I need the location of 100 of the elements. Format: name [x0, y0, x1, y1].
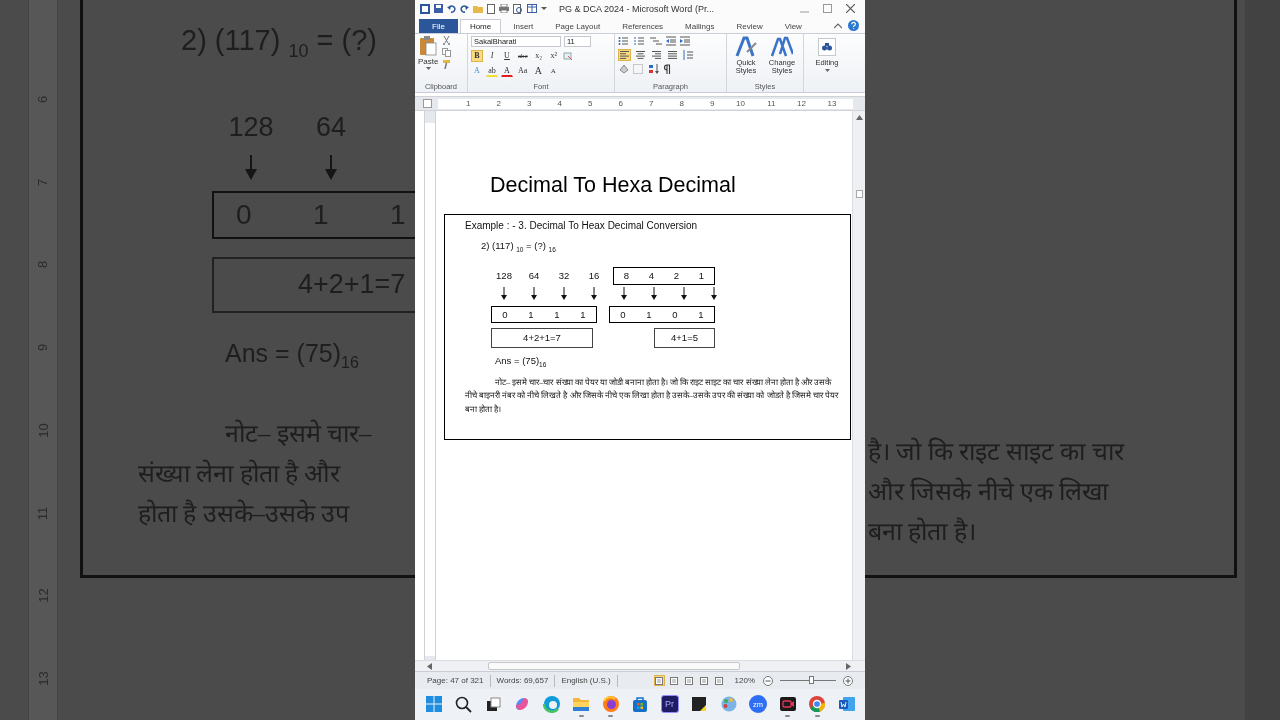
align-button[interactable] — [634, 49, 647, 61]
caret-icon[interactable] — [425, 67, 431, 70]
printer-icon[interactable] — [499, 4, 509, 13]
app-tile[interactable]: Pr — [660, 695, 679, 713]
bit-digit: 1 — [645, 308, 653, 320]
word-icon[interactable] — [420, 3, 430, 14]
caret-icon[interactable] — [541, 4, 547, 13]
ribbon-tab[interactable]: Mailings — [675, 19, 725, 33]
scroll-left-icon[interactable] — [427, 662, 432, 670]
zoom-level[interactable]: 120% — [734, 676, 755, 685]
format-button[interactable]: I — [486, 50, 498, 62]
slider-thumb[interactable] — [808, 676, 814, 684]
ribbon-tab[interactable]: Page Layout — [545, 19, 611, 33]
format-button[interactable]: A — [501, 65, 513, 77]
copilot-icon[interactable] — [513, 695, 531, 713]
chrome-icon[interactable] — [808, 695, 826, 713]
clipboard-icon[interactable] — [419, 36, 438, 56]
draft-icon[interactable] — [715, 676, 724, 685]
ruler-number: 3 — [526, 99, 532, 108]
web-layout-icon[interactable] — [685, 676, 694, 685]
grid-icon[interactable] — [527, 4, 537, 13]
zoom-out-icon[interactable] — [763, 675, 773, 686]
multilevel-list-icon[interactable] — [650, 36, 663, 46]
weight-number: 32 — [557, 270, 571, 282]
weight-number: 8 — [622, 270, 631, 282]
maximize-icon[interactable] — [823, 4, 832, 13]
line-spacing-icon[interactable] — [682, 50, 694, 60]
format-painter-icon[interactable] — [442, 60, 452, 69]
close-icon[interactable] — [846, 4, 855, 13]
down-arrow-icon — [243, 154, 259, 181]
language-indicator[interactable]: English (U.S.) — [555, 674, 618, 687]
scroll-thumb-icon[interactable] — [855, 190, 863, 198]
ribbon-tab[interactable]: View — [774, 19, 812, 33]
ribbon-tab[interactable]: Review — [726, 19, 773, 33]
align-button[interactable] — [650, 49, 663, 61]
clear-format-icon[interactable] — [562, 51, 573, 61]
search-icon[interactable] — [454, 695, 472, 713]
shading-icon[interactable] — [618, 64, 630, 74]
format-button[interactable]: Aa — [516, 65, 530, 77]
browser-icon[interactable] — [542, 695, 561, 713]
paste-button[interactable]: Paste — [418, 36, 439, 82]
down-arrow-icon — [500, 286, 508, 301]
scroll-up-icon[interactable] — [855, 115, 863, 120]
firefox-icon[interactable] — [601, 695, 620, 713]
paragraph-mark-icon[interactable] — [663, 64, 672, 74]
print-layout-icon[interactable] — [655, 676, 664, 685]
align-button[interactable] — [666, 49, 679, 61]
format-button[interactable]: A — [532, 65, 545, 77]
align-justify-icon — [667, 50, 678, 60]
down-arrow-icon — [680, 286, 688, 301]
format-button[interactable]: ab — [486, 65, 498, 77]
preview-icon[interactable] — [513, 3, 523, 14]
page-icon[interactable] — [487, 3, 495, 14]
camera-icon[interactable] — [778, 695, 797, 713]
outline-icon[interactable] — [700, 676, 709, 685]
down-arrow-icon — [710, 286, 718, 301]
zoom-in-icon[interactable] — [843, 675, 853, 686]
ruler-number: 4 — [556, 99, 562, 108]
store-icon[interactable] — [631, 695, 649, 713]
weight-number: 128 — [495, 270, 513, 282]
format-button[interactable]: B — [471, 50, 483, 62]
help-icon[interactable] — [848, 20, 859, 31]
weight-number: 4 — [647, 270, 656, 282]
format-button[interactable]: x₂ — [532, 50, 545, 62]
ribbon-tab[interactable]: Home — [459, 19, 502, 33]
horizontal-scrollbar[interactable] — [415, 660, 865, 671]
tab-selector[interactable] — [423, 99, 432, 108]
file-tab[interactable]: File — [419, 19, 458, 33]
bit-digit: 1 — [697, 308, 705, 320]
page-count[interactable]: Page: 47 of 321 — [421, 674, 491, 687]
window-title: PG & DCA 2024 - Microsoft Word (Pr... — [559, 3, 714, 14]
align-center-icon — [635, 50, 646, 60]
scissors-icon[interactable] — [442, 36, 452, 45]
ribbon-tab[interactable]: Insert — [503, 19, 544, 33]
align-button[interactable] — [618, 49, 631, 61]
decrease-indent-icon[interactable] — [666, 36, 677, 46]
weight-number: 64 — [527, 270, 541, 282]
reading-layout-icon[interactable] — [670, 676, 679, 685]
start-icon[interactable] — [424, 695, 443, 713]
sort-icon[interactable] — [648, 64, 660, 74]
bullets-icon[interactable] — [618, 36, 631, 46]
ruler-number: 7 — [648, 99, 654, 108]
collapse-ribbon-icon[interactable] — [834, 22, 842, 29]
format-button[interactable]: U — [501, 50, 513, 62]
word-count[interactable]: Words: 69,657 — [490, 674, 556, 687]
scroll-right-icon[interactable] — [846, 662, 851, 670]
ribbon-tab[interactable]: References — [612, 19, 674, 33]
save-icon[interactable] — [434, 4, 443, 13]
down-arrow-icon — [560, 286, 568, 301]
palette-icon[interactable] — [719, 695, 738, 713]
folder-icon[interactable] — [572, 695, 590, 713]
document-icon[interactable] — [837, 695, 856, 713]
increase-indent-icon[interactable] — [680, 36, 691, 46]
redo-icon[interactable] — [460, 4, 469, 13]
vertical-scrollbar[interactable] — [852, 111, 865, 660]
horizontal-ruler[interactable]: 1 2 3 4 5 6 7 8 9 10 11 12 13 — [438, 98, 853, 109]
format-button[interactable]: x² — [547, 50, 560, 62]
copy-icon[interactable] — [442, 48, 452, 57]
notes-icon[interactable] — [690, 695, 708, 713]
undo-icon[interactable] — [447, 4, 456, 13]
